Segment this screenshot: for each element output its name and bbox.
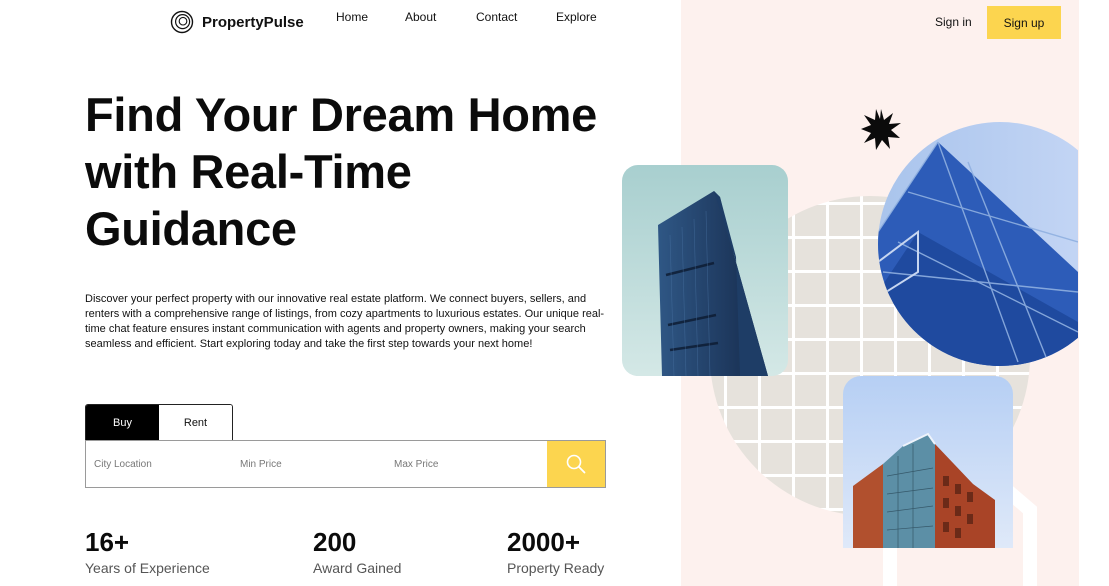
nav-link-about[interactable]: About: [405, 10, 436, 24]
hero-description: Discover your perfect property with our …: [85, 293, 605, 350]
nav-link-contact[interactable]: Contact: [476, 10, 517, 24]
sign-in-link[interactable]: Sign in: [935, 15, 972, 29]
brand-name: PropertyPulse: [202, 13, 304, 31]
stat-value: 2000+: [507, 527, 581, 557]
stat-awards: 200 Award Gained: [313, 526, 401, 577]
min-price-input[interactable]: [240, 441, 394, 487]
stat-experience: 16+ Years of Experience: [85, 526, 210, 577]
max-price-input[interactable]: [394, 441, 534, 487]
swirl-logo-icon: [170, 10, 194, 34]
nav-link-home[interactable]: Home: [336, 10, 368, 24]
nav-link-explore[interactable]: Explore: [556, 10, 597, 24]
tab-buy[interactable]: Buy: [86, 405, 159, 441]
city-location-input[interactable]: [86, 441, 240, 487]
search-tabs: Buy Rent: [85, 404, 233, 441]
tab-rent[interactable]: Rent: [159, 405, 232, 441]
stat-label: Property Ready: [507, 560, 605, 576]
brick-building-photo: [843, 376, 1013, 548]
stat-value: 16+: [85, 527, 130, 557]
stat-properties: 2000+ Property Ready: [507, 526, 604, 577]
search-bar: [85, 440, 606, 488]
search-button[interactable]: [547, 441, 605, 487]
starburst-icon: [861, 109, 901, 150]
hero-title: Find Your Dream Home with Real-Time Guid…: [85, 86, 625, 257]
brand-logo[interactable]: PropertyPulse: [170, 10, 304, 34]
stat-value: 200: [313, 527, 357, 557]
hero-title-line: Guidance: [85, 202, 297, 255]
hero-title-line: with Real-Time: [85, 145, 412, 198]
sign-up-button[interactable]: Sign up: [987, 6, 1061, 39]
stat-label: Award Gained: [313, 560, 402, 576]
stat-label: Years of Experience: [85, 560, 210, 576]
skyscraper-photo: [622, 165, 788, 376]
hero-title-line: Find Your Dream Home: [85, 88, 597, 141]
glass-building-photo: [878, 122, 1078, 367]
search-icon: [566, 454, 586, 474]
